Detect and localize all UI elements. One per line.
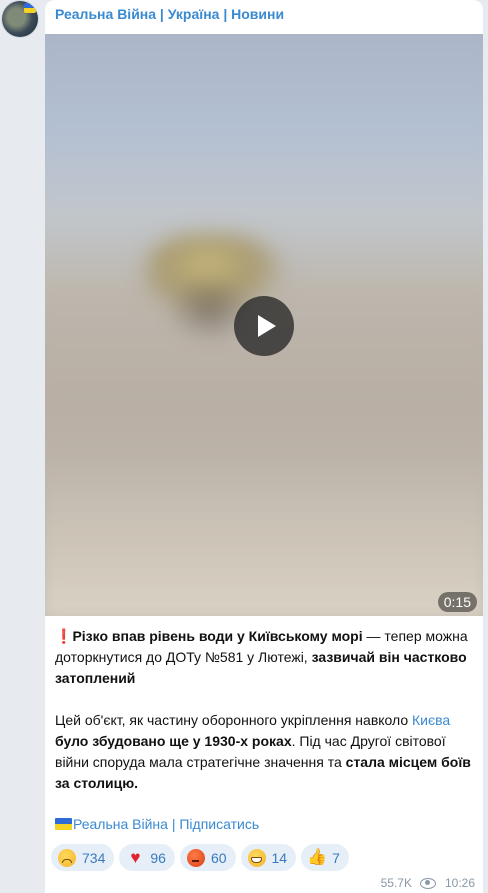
subscribe-link[interactable]: Реальна Війна | Підписатись [55, 816, 259, 832]
channel-avatar[interactable] [2, 1, 38, 37]
thumbs-up-icon: 👍 [307, 848, 328, 866]
reaction-thumbs-up[interactable]: 👍 7 [301, 844, 349, 871]
ukraine-flag-icon [24, 3, 36, 13]
paragraph-1: ❗Різко впав рівень води у Київському мор… [55, 628, 468, 686]
view-count: 55.7K [380, 876, 412, 890]
angry-face-icon [186, 848, 205, 867]
video-player[interactable]: 0:15 [45, 34, 483, 616]
message-meta: 55.7K 10:26 [381, 876, 475, 890]
message-bubble: Реальна Війна | Україна | Новини 0:15 ❗Р… [45, 0, 483, 893]
message-time: 10:26 [444, 876, 475, 890]
exclamation-icon: ❗ [55, 628, 73, 644]
play-button[interactable] [234, 296, 294, 356]
reaction-crying[interactable]: 734 [51, 844, 115, 871]
grinning-face-icon [247, 848, 266, 867]
paragraph-2: Цей об'єкт, як частину оборонного укріпл… [55, 712, 471, 791]
crying-face-icon [58, 848, 76, 867]
message-text: ❗Різко впав рівень води у Київському мор… [55, 626, 475, 794]
eye-icon [419, 877, 436, 889]
reaction-heart[interactable]: ♥ 96 [119, 844, 175, 871]
kyiv-link[interactable]: Києва [412, 712, 450, 728]
reaction-angry[interactable]: 60 [179, 844, 236, 871]
reactions-bar: 734 ♥ 96 60 14 👍 7 [51, 844, 349, 871]
ukraine-flag-icon [55, 818, 72, 830]
channel-name[interactable]: Реальна Війна | Україна | Новини [55, 6, 284, 22]
reaction-grin[interactable]: 14 [240, 844, 297, 871]
video-duration: 0:15 [437, 592, 477, 612]
red-heart-icon: ♥ [130, 848, 141, 867]
